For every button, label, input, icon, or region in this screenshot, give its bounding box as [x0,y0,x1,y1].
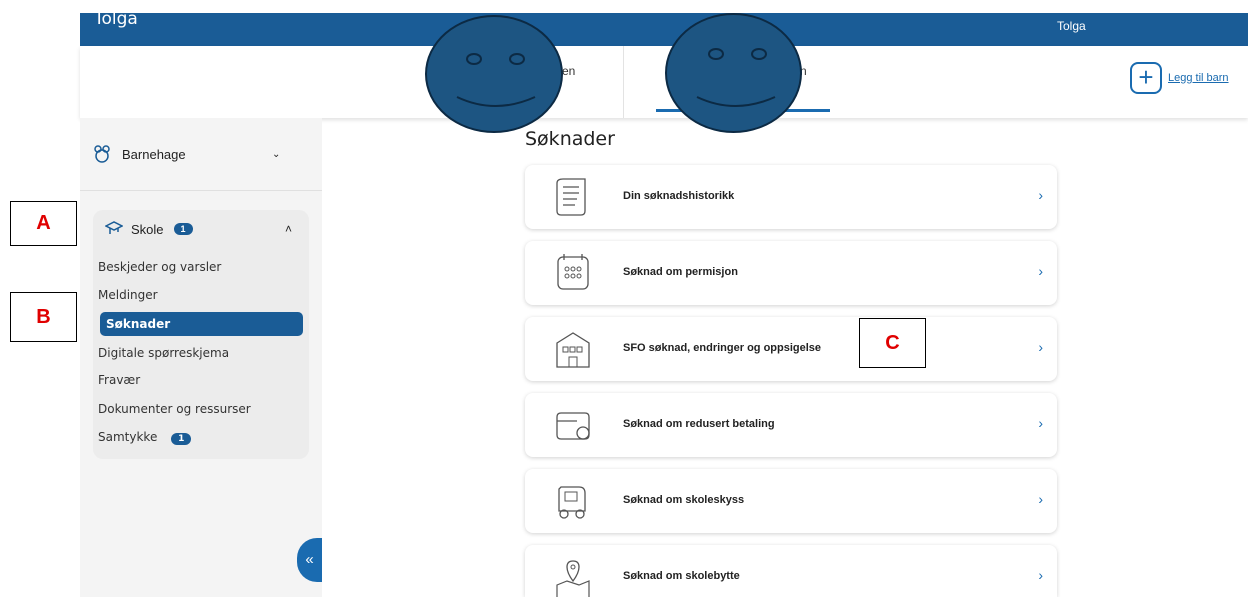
card-sfo[interactable]: SFO søknad, endringer og oppsigelse › [525,317,1057,381]
sidebar-subitem-sporreskjema[interactable]: Digitale spørreskjema [98,346,229,360]
card-label: Din søknadshistorikk [623,190,735,202]
card-label: Søknad om permisjon [623,266,738,278]
sidebar-subitem-meldinger[interactable]: Meldinger [98,288,158,302]
chevron-right-icon: › [1038,339,1043,355]
tab-divider [623,46,624,118]
card-label: Søknad om skolebytte [623,570,740,582]
sidebar-subitem-beskjeder[interactable]: Beskjeder og varsler [98,260,221,274]
card-skoleskyss[interactable]: Søknad om skoleskyss › [525,469,1057,533]
chevron-down-icon: ⌄ [272,148,281,160]
chevron-up-icon: ˄ [285,222,293,236]
count-badge: 1 [173,223,193,235]
chevron-right-icon: › [1038,567,1043,583]
smiley-face-icon [665,13,802,133]
chevron-down-icon[interactable]: ˇ [1241,9,1246,27]
sidebar-subitem-label: Samtykke [98,430,158,444]
page-title: Søknader [525,128,615,150]
sidebar-subitem-soknader[interactable]: Søknader [100,312,303,336]
sidebar-subitem-fravaer[interactable]: Fravær [98,373,140,387]
add-child-label: Legg til barn [1168,72,1229,84]
building-icon [556,332,590,368]
teddy-icon [94,145,110,163]
scroll-icon [556,178,586,216]
annotation-label-a: A [10,201,77,246]
smiley-face-icon [425,15,563,133]
app-page: Tolga Tolga ˇ en n + Legg til barn [0,0,1248,597]
map-pin-icon [556,560,590,597]
sidebar-item-label: Barnehage [122,146,186,162]
child-selector-bar: en n + Legg til barn [80,46,1248,118]
chevron-right-icon: › [1038,415,1043,431]
card-redusert-betaling[interactable]: Søknad om redusert betaling › [525,393,1057,457]
sidebar-item-label: Skole [131,221,164,237]
count-badge: 1 [171,433,192,445]
card-label: SFO søknad, endringer og oppsigelse [623,342,822,354]
sidebar-subitem-dokumenter[interactable]: Dokumenter og ressurser [98,402,251,416]
calendar-icon [557,254,589,290]
chevron-right-icon: › [1038,263,1043,279]
graduation-cap-icon [105,221,123,234]
sidebar: Barnehage ⌄ Skole 1 ˄ Beskjeder og varsl… [80,118,322,597]
sidebar-subitem-samtykke[interactable]: Samtykke 1 [98,430,192,445]
app-title: Tolga [94,9,138,29]
annotation-label-c: C [859,318,926,368]
wallet-icon [556,412,590,440]
chevron-right-icon: › [1038,187,1043,203]
card-skolebytte[interactable]: Søknad om skolebytte › [525,545,1057,597]
sidebar-divider [80,190,322,191]
add-child-button[interactable]: + Legg til barn [1130,62,1229,94]
top-header: Tolga Tolga ˇ [80,9,1248,46]
sidebar-item-skole[interactable]: Skole 1 ˄ [105,220,292,238]
card-label: Søknad om skoleskyss [623,494,745,506]
plus-icon: + [1130,62,1162,94]
car-icon [558,486,586,519]
card-label: Søknad om redusert betaling [623,418,775,430]
card-soknadshistorikk[interactable]: Din søknadshistorikk › [525,165,1057,229]
user-menu[interactable]: Tolga [1057,19,1086,33]
card-permisjon[interactable]: Søknad om permisjon › [525,241,1057,305]
sidebar-item-barnehage[interactable]: Barnehage ⌄ [92,144,280,164]
chevron-right-icon: › [1038,491,1043,507]
annotation-label-b: B [10,292,77,342]
